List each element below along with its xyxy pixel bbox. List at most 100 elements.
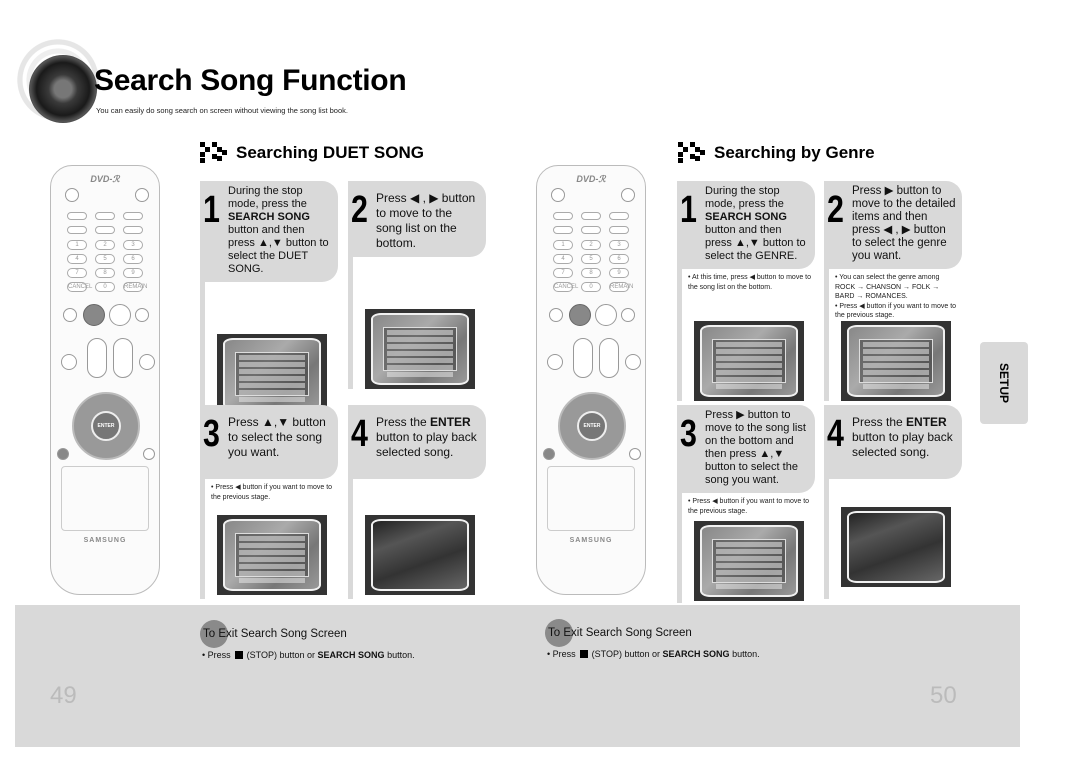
page-subtitle: You can easily do song search on screen … [96, 106, 348, 115]
power-button [65, 188, 79, 202]
setup-tab-label: SETUP [997, 362, 1011, 403]
step-text: Press ◀ , ▶ button to move to the song l… [376, 191, 476, 250]
page-number-right: 50 [930, 682, 957, 709]
exit-title: To Exit Search Song Screen [203, 628, 347, 640]
exit-instructions-left: To Exit Search Song Screen • Press (STOP)… [200, 620, 415, 660]
remote-brand: SAMSUNG [83, 537, 127, 544]
duet-step-1: 1 During the stop mode, press the SEARCH… [200, 181, 338, 414]
enter-button: ENTER [91, 411, 121, 441]
tv-screen-genre-detail [841, 321, 951, 401]
arrow-dots-icon [678, 142, 708, 164]
tv-screen-song-selected [694, 521, 804, 601]
number-key: 2 [581, 240, 601, 250]
open-close-button [621, 188, 635, 202]
step-number: 1 [203, 189, 220, 231]
step-number: 2 [351, 189, 368, 231]
number-key: 8 [581, 268, 601, 278]
remote-brand: SAMSUNG [569, 537, 613, 544]
number-key: 1 [553, 240, 573, 250]
step-number: 3 [680, 413, 697, 455]
remote-key [553, 226, 573, 234]
section-title: Searching by Genre [714, 143, 875, 162]
step-text: Press ▶ button to move to the song list … [705, 409, 806, 486]
dpad: ENTER [558, 392, 626, 460]
number-key: 5 [581, 254, 601, 264]
step-number: 1 [680, 189, 697, 231]
section-title: Searching DUET SONG [236, 143, 424, 162]
step-note: • Press ◀ button if you want to move to … [211, 484, 333, 501]
remote-logo: DVD-ℛ [576, 174, 606, 184]
number-key: 4 [67, 254, 87, 264]
play-pause-button [595, 304, 617, 326]
step-note: • At this time, press ◀ button to move t… [688, 274, 811, 291]
page-title: Search Song Function [94, 64, 407, 97]
remote-key [581, 226, 601, 234]
tv-screen-song-selected [217, 515, 327, 595]
remote-logo: DVD-ℛ [90, 174, 120, 184]
exit-note: • Press (STOP) button or SEARCH SONG butt… [202, 650, 415, 660]
open-close-button [135, 188, 149, 202]
arrow-dots-icon [200, 142, 230, 164]
number-key: 3 [123, 240, 143, 250]
exit-instructions-right: To Exit Search Song Screen • Press (STOP)… [545, 619, 760, 659]
stop-icon [234, 651, 243, 659]
section-heading-duet: Searching DUET SONG [200, 142, 424, 164]
step-text: Press the ENTER button to play back sele… [376, 415, 477, 459]
sound-mode-button [61, 354, 77, 370]
number-key: 5 [95, 254, 115, 264]
remote-key [553, 212, 573, 220]
number-key: 1 [67, 240, 87, 250]
remote-key [95, 212, 115, 220]
remote-control-right: DVD-ℛ 1 2 3 4 5 6 7 8 9 CANCEL 0 REMAIN … [536, 165, 646, 595]
remote-control-left: DVD-ℛ 1 2 3 4 5 6 7 8 9 CANCEL 0 REMAIN … [50, 165, 160, 595]
volume-rocker [87, 338, 107, 378]
skip-back-button [549, 308, 563, 322]
number-key: REMAIN [123, 282, 148, 292]
step-note: • You can select the genre among ROCK → … [835, 274, 940, 300]
number-key: 6 [123, 254, 143, 264]
volume-rocker [573, 338, 593, 378]
enter-button: ENTER [577, 411, 607, 441]
tv-screen-song-list [365, 309, 475, 389]
number-key: 2 [95, 240, 115, 250]
number-key: 0 [95, 282, 115, 292]
duet-step-2: 2 Press ◀ , ▶ button to move to the song… [348, 181, 486, 389]
tv-screen-playback [841, 507, 951, 587]
step-number: 2 [827, 189, 844, 231]
tv-screen-duet-list [217, 334, 327, 414]
step-note: • Press ◀ button if you want to move to … [835, 302, 957, 320]
genre-step-3: 3 Press ▶ button to move to the song lis… [677, 405, 815, 603]
number-key: 8 [95, 268, 115, 278]
stop-button-highlighted [569, 304, 591, 326]
tuning-rocker [113, 338, 133, 378]
number-key: 6 [609, 254, 629, 264]
remote-key [123, 212, 143, 220]
duet-step-4: 4 Press the ENTER button to play back se… [348, 405, 486, 599]
power-button [551, 188, 565, 202]
step-text: Press ▲,▼ button to select the song you … [228, 415, 326, 459]
genre-step-4: 4 Press the ENTER button to play back se… [824, 405, 962, 599]
footer-panel [15, 605, 1020, 747]
step-text: Press ▶ button to move to the detailed i… [852, 185, 956, 262]
number-key: 9 [609, 268, 629, 278]
number-key: 0 [581, 282, 601, 292]
remote-key [123, 226, 143, 234]
genre-step-1: 1 During the stop mode, press the SEARCH… [677, 181, 815, 401]
step-number: 3 [203, 413, 220, 455]
tuner-memory-button [139, 354, 155, 370]
remote-key [95, 226, 115, 234]
remote-key-panel [547, 466, 635, 531]
sound-mode-button [547, 354, 563, 370]
number-key: 4 [553, 254, 573, 264]
dpad: ENTER [72, 392, 140, 460]
setup-tab[interactable]: SETUP [980, 342, 1028, 424]
number-key: 9 [123, 268, 143, 278]
exit-title: To Exit Search Song Screen [548, 627, 692, 639]
play-pause-button [109, 304, 131, 326]
remote-key [67, 226, 87, 234]
number-key: 3 [609, 240, 629, 250]
step-text: Press the ENTER button to play back sele… [852, 415, 953, 459]
step-text: During the stop mode, press the SEARCH S… [228, 185, 329, 275]
stop-button-highlighted [83, 304, 105, 326]
step-number: 4 [351, 413, 368, 455]
